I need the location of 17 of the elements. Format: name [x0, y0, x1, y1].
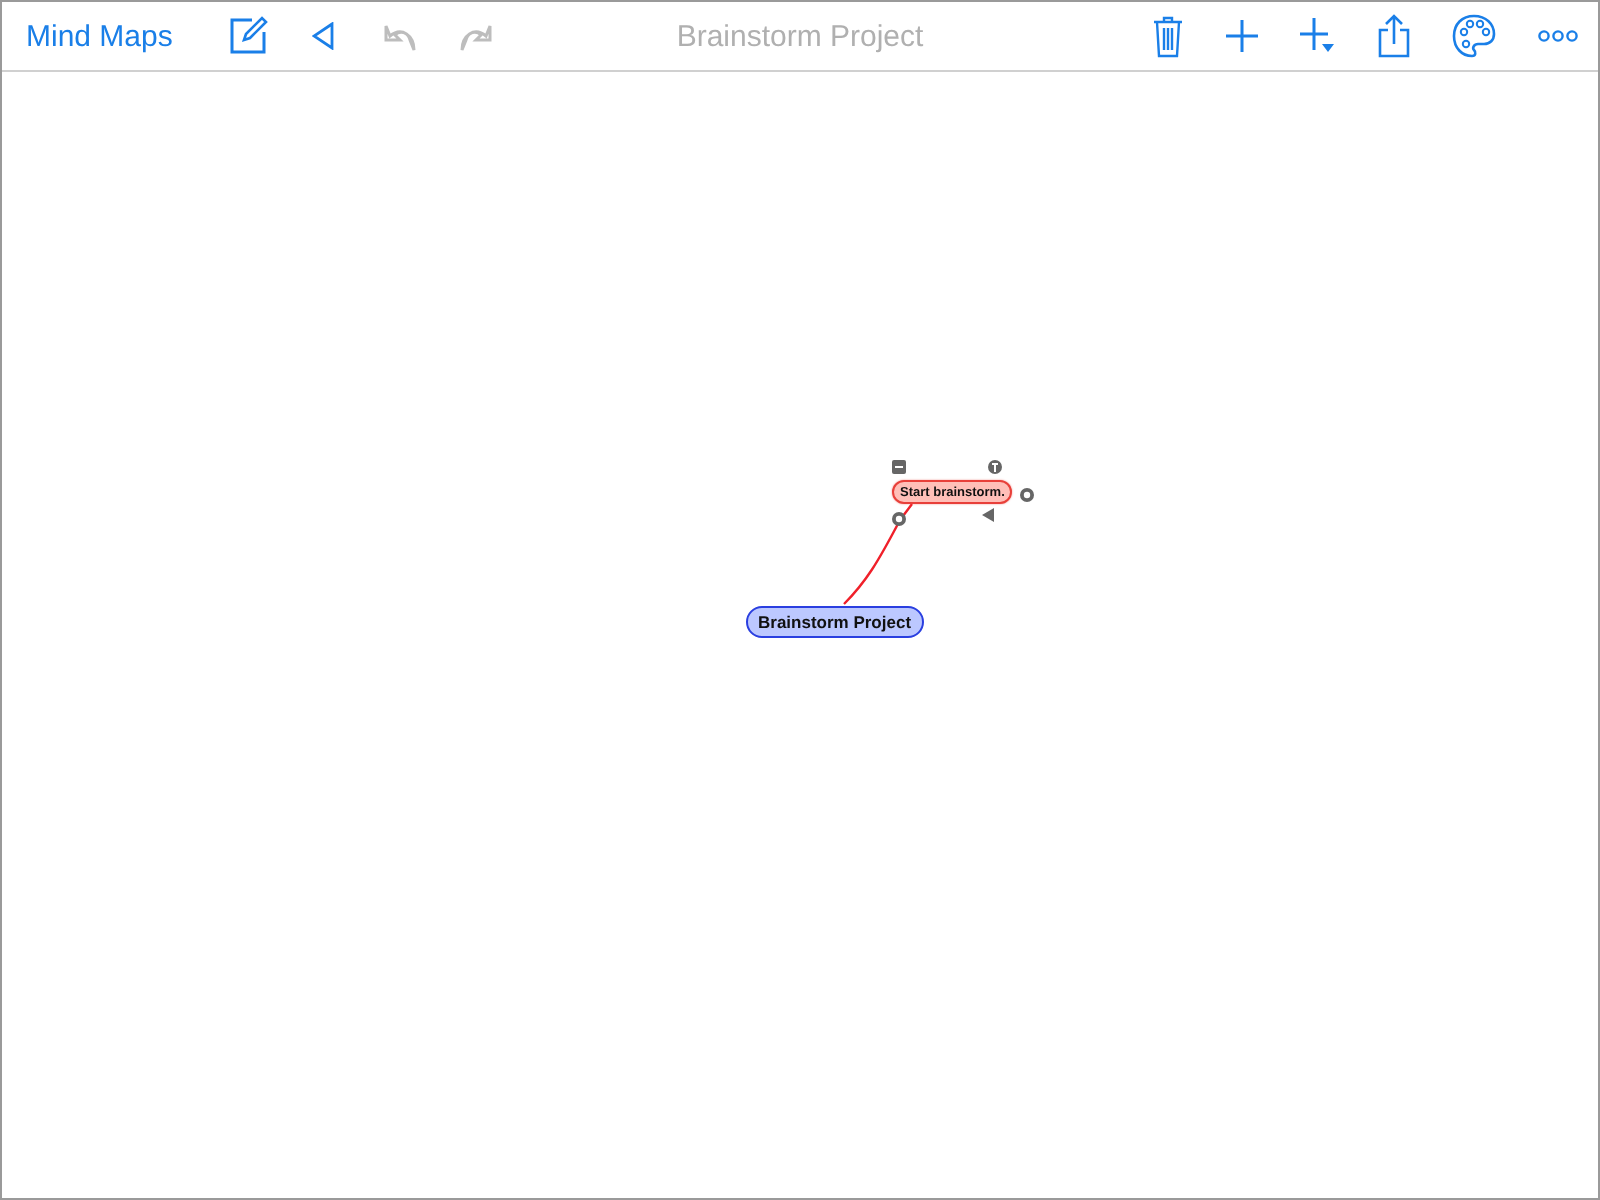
map-node[interactable]: Brainstorm Project — [746, 606, 924, 638]
edit-icon[interactable] — [228, 16, 269, 56]
connector-line — [843, 503, 913, 605]
resize-handle-icon[interactable] — [982, 508, 994, 522]
share-icon[interactable] — [1378, 14, 1410, 58]
add-handle-icon[interactable] — [1020, 487, 1034, 501]
add-child-icon[interactable] — [1300, 18, 1336, 54]
more-icon[interactable] — [1538, 28, 1578, 44]
window-title: Brainstorm Project — [676, 19, 924, 53]
trash-icon[interactable] — [1152, 14, 1184, 58]
back-icon[interactable] — [312, 22, 337, 50]
collapse-handle-icon[interactable] — [892, 460, 906, 474]
note-handle-icon[interactable] — [988, 460, 1002, 474]
palette-icon[interactable] — [1452, 14, 1496, 58]
link-handle-icon[interactable] — [892, 512, 906, 526]
back-link[interactable]: Mind Maps — [26, 19, 173, 53]
add-icon[interactable] — [1226, 20, 1258, 52]
